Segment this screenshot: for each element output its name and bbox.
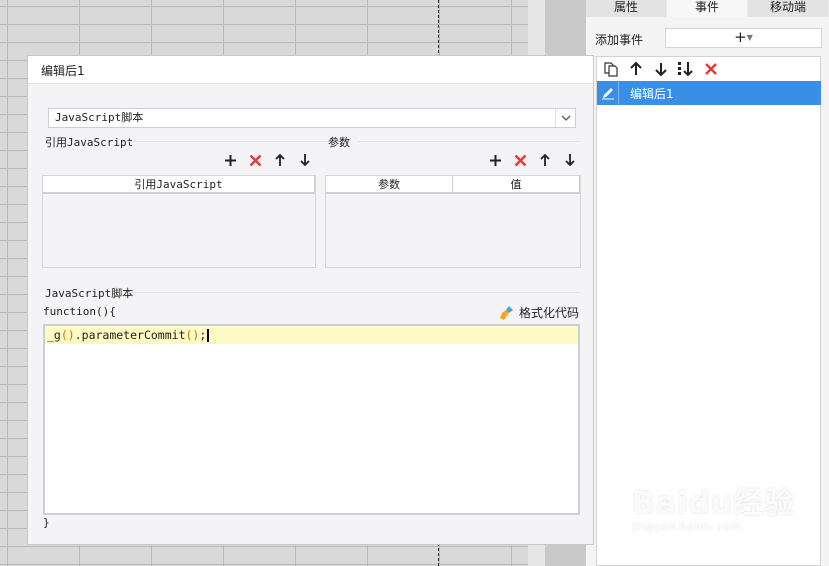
chevron-down-icon[interactable]	[555, 109, 575, 127]
event-editor-dialog: 编辑后1 JavaScript脚本 引用JavaScript 引用JavaScr…	[27, 55, 594, 545]
panel-tabs: 属性 事件 移动端	[586, 0, 829, 17]
script-type-select[interactable]: JavaScript脚本	[48, 108, 576, 128]
move-down-icon[interactable]	[297, 152, 313, 168]
function-footer: }	[43, 516, 50, 529]
add-event-button[interactable]: +▼	[665, 28, 822, 48]
event-item-selected[interactable]: 编辑后1	[597, 81, 821, 105]
script-type-value: JavaScript脚本	[55, 111, 144, 124]
add-icon[interactable]	[487, 152, 503, 168]
script-label: JavaScript脚本	[45, 287, 134, 300]
move-down-icon[interactable]	[562, 152, 578, 168]
chevron-down-icon: ▼	[746, 33, 753, 42]
dialog-title: 编辑后1	[28, 56, 593, 84]
function-header: function(){	[43, 305, 116, 318]
divider	[358, 141, 580, 142]
divider	[128, 141, 328, 142]
sort-icon[interactable]	[676, 60, 695, 79]
move-up-icon[interactable]	[537, 152, 553, 168]
move-up-icon[interactable]	[626, 60, 645, 79]
delete-icon[interactable]	[701, 60, 720, 79]
column-header[interactable]: 引用JavaScript	[43, 176, 315, 192]
properties-panel: 属性 事件 移动端 添加事件 +▼ 编辑后1	[586, 0, 829, 566]
add-event-row: 添加事件 +▼	[594, 28, 822, 48]
event-item-label: 编辑后1	[630, 86, 674, 101]
divider	[128, 292, 580, 293]
params-label: 参数	[328, 136, 350, 149]
text-cursor	[207, 329, 210, 342]
ref-js-table: 引用JavaScript	[42, 175, 316, 268]
code-line[interactable]: _g().parameterCommit();	[45, 326, 578, 344]
code-editor[interactable]: _g().parameterCommit();	[43, 324, 580, 515]
tab-properties[interactable]: 属性	[586, 0, 667, 17]
format-code-button[interactable]: 格式化代码	[499, 304, 579, 321]
tab-events[interactable]: 事件	[667, 0, 748, 17]
plus-icon: +	[734, 28, 747, 46]
ref-js-table-header: 引用JavaScript	[43, 176, 315, 194]
params-toolbar	[487, 152, 578, 168]
event-list: 编辑后1	[596, 56, 821, 566]
copy-icon[interactable]	[601, 60, 620, 79]
params-table-header: 参数 值	[326, 176, 580, 194]
delete-icon[interactable]	[512, 152, 528, 168]
tab-mobile[interactable]: 移动端	[748, 0, 829, 17]
broom-icon	[499, 305, 513, 320]
move-up-icon[interactable]	[272, 152, 288, 168]
params-table: 参数 值	[325, 175, 581, 268]
column-header[interactable]: 值	[453, 176, 580, 192]
delete-icon[interactable]	[247, 152, 263, 168]
edit-pencil-icon	[597, 81, 619, 105]
format-code-label: 格式化代码	[518, 306, 579, 320]
event-toolbar	[597, 57, 820, 81]
add-icon[interactable]	[222, 152, 238, 168]
move-down-icon[interactable]	[651, 60, 670, 79]
add-event-label: 添加事件	[595, 33, 644, 47]
column-header[interactable]: 参数	[326, 176, 453, 192]
ref-js-label: 引用JavaScript	[45, 136, 134, 149]
ref-js-toolbar	[222, 152, 313, 168]
